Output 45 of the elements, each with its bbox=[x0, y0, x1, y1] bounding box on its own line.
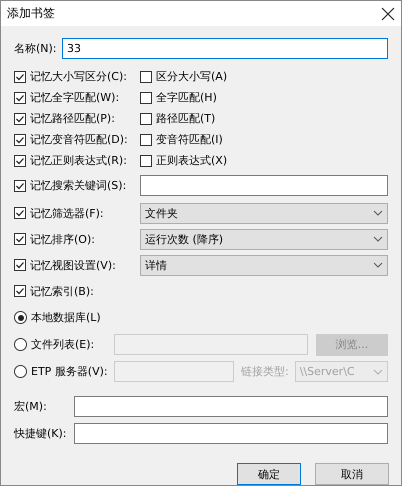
field-label: 快捷键(K): bbox=[14, 426, 68, 441]
check-icon bbox=[15, 156, 25, 166]
checkbox[interactable]: 记忆路径匹配(P): bbox=[14, 111, 140, 126]
dropdown[interactable]: 文件夹 bbox=[140, 202, 388, 224]
close-icon[interactable] bbox=[381, 6, 395, 20]
check-icon bbox=[15, 208, 25, 218]
checkbox[interactable]: 记忆搜索关键词(S): bbox=[14, 178, 140, 193]
dropdown[interactable]: 运行次数 (降序) bbox=[140, 228, 388, 250]
chevron-down-icon bbox=[373, 262, 383, 268]
link-type-label: 链接类型: bbox=[241, 364, 289, 379]
checkbox[interactable]: 区分大小写(A) bbox=[140, 69, 228, 84]
window-title: 添加书签 bbox=[7, 5, 55, 22]
check-icon bbox=[15, 286, 25, 296]
checkbox[interactable]: 正则表达式(X) bbox=[140, 153, 228, 168]
dropdown[interactable]: 详情 bbox=[140, 254, 388, 276]
chevron-down-icon bbox=[373, 236, 383, 242]
check-icon bbox=[15, 114, 25, 124]
check-icon bbox=[15, 180, 25, 190]
chevron-down-icon bbox=[373, 210, 383, 216]
check-icon bbox=[15, 92, 25, 102]
chevron-down-icon bbox=[373, 368, 383, 374]
input-field[interactable] bbox=[74, 396, 388, 417]
cancel-button[interactable]: 取消 bbox=[315, 463, 389, 485]
keyword-field[interactable] bbox=[140, 175, 388, 196]
check-icon bbox=[15, 72, 25, 82]
checkbox[interactable]: 全字匹配(H) bbox=[140, 90, 217, 105]
checkbox[interactable]: 记忆排序(O): bbox=[14, 232, 140, 246]
checkbox[interactable]: 记忆全字匹配(W): bbox=[14, 90, 140, 105]
checkbox[interactable]: 记忆视图设置(V): bbox=[14, 258, 140, 272]
checkbox[interactable]: 记忆正则表达式(R): bbox=[14, 153, 140, 168]
check-icon bbox=[15, 134, 25, 144]
radio-button[interactable]: 本地数据库(L) bbox=[14, 310, 101, 325]
checkbox[interactable]: 记忆变音符匹配(D): bbox=[14, 132, 140, 147]
ok-button[interactable]: 确定 bbox=[237, 463, 301, 485]
input-field[interactable] bbox=[74, 423, 388, 444]
field-label: 宏(M): bbox=[14, 399, 48, 414]
checkbox[interactable]: 记忆筛选器(F): bbox=[14, 206, 140, 220]
check-icon bbox=[15, 260, 25, 270]
name-field[interactable]: 33 bbox=[62, 38, 388, 58]
checkbox[interactable]: 路径匹配(T) bbox=[140, 111, 216, 126]
checkbox[interactable]: 记忆大小写区分(C): bbox=[14, 69, 140, 84]
checkbox[interactable]: 记忆索引(B): bbox=[14, 284, 140, 298]
check-icon bbox=[15, 234, 25, 244]
checkbox[interactable]: 变音符匹配(I) bbox=[140, 132, 223, 147]
name-label: 名称(N): bbox=[14, 40, 58, 56]
